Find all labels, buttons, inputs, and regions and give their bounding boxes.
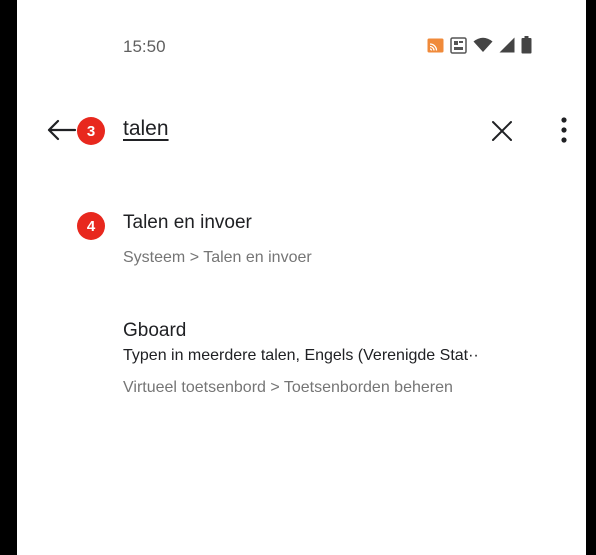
result-title: Talen en invoer [123, 212, 252, 233]
search-result-gboard[interactable]: Gboard Typen in meerdere talen, Engels (… [123, 318, 583, 400]
result-path: Virtueel toetsenbord > Toetsenborden beh… [123, 379, 453, 396]
device-bezel-left [0, 0, 17, 555]
more-options-button[interactable] [552, 114, 576, 146]
cast-icon [427, 38, 444, 53]
wifi-icon [473, 37, 493, 53]
sim-lte-icon [450, 36, 467, 54]
battery-icon [521, 36, 532, 54]
back-button[interactable] [43, 112, 79, 148]
more-vert-icon [561, 117, 567, 143]
clear-search-button[interactable] [487, 116, 517, 146]
search-result-talen-en-invoer[interactable]: Talen en invoer Systeem > Talen en invoe… [123, 210, 583, 270]
arrow-left-icon [47, 119, 77, 141]
close-icon [492, 121, 512, 141]
step-badge-4: 4 [77, 212, 105, 240]
step-badge-3: 3 [77, 117, 105, 145]
status-icons [427, 36, 532, 54]
result-path: Systeem > Talen en invoer [123, 249, 312, 266]
result-summary: Typen in meerdere talen, Engels (Verenig… [123, 347, 479, 364]
signal-icon [499, 37, 515, 53]
result-title: Gboard [123, 320, 187, 341]
device-bezel-right [586, 0, 596, 555]
settings-search-screen: 15:50 3 talen 4 Talen en invoer Systeem … [17, 0, 586, 555]
status-time: 15:50 [123, 37, 166, 56]
search-input[interactable]: talen [123, 117, 169, 141]
